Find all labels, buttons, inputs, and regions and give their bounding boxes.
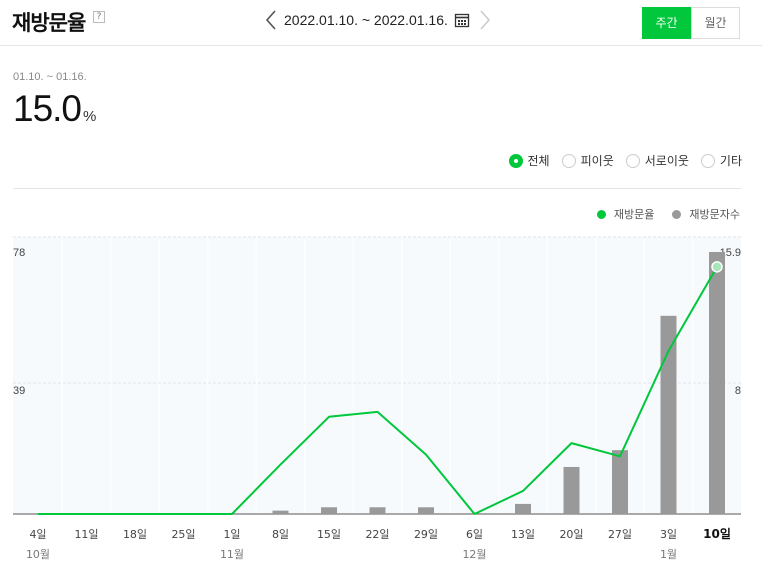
month-label: 11월 xyxy=(220,548,244,561)
plot-background xyxy=(13,237,741,514)
visitor-count-bar xyxy=(612,450,628,514)
x-axis-tick-label: 10일 xyxy=(703,527,731,541)
x-axis-tick-label: 1일 xyxy=(223,527,240,541)
month-label: 10월 xyxy=(26,548,50,561)
visitor-count-bar xyxy=(321,507,337,514)
visitor-count-bar xyxy=(515,503,531,514)
x-axis-tick-label: 25일 xyxy=(171,527,195,541)
visitor-count-bar xyxy=(563,466,580,514)
visitor-count-bar xyxy=(709,252,725,514)
right-axis-tick-label: 8 xyxy=(735,385,741,397)
visitor-count-bar xyxy=(369,507,386,514)
x-axis-tick-label: 13일 xyxy=(511,527,535,541)
x-axis-tick-label: 27일 xyxy=(608,527,632,541)
visitor-count-bar xyxy=(272,510,289,514)
x-axis-tick-label: 6일 xyxy=(466,527,483,541)
x-axis-tick-label: 18일 xyxy=(123,527,147,541)
month-label: 1월 xyxy=(660,548,677,561)
visitor-count-bar xyxy=(418,507,434,514)
left-axis-tick-label: 39 xyxy=(13,385,25,397)
x-axis-tick-label: 20일 xyxy=(559,527,583,541)
revisit-rate-point xyxy=(711,261,723,273)
x-axis-tick-label: 15일 xyxy=(317,527,341,541)
visitor-count-bar xyxy=(660,315,677,514)
revisit-chart: 783915.984일 11일 18일 25일 1일 8일 15일 22일 29일 6일 13일 20… xyxy=(13,236,741,561)
x-axis-tick-label: 8일 xyxy=(272,527,289,541)
x-axis-tick-label: 3일 xyxy=(660,527,677,541)
left-axis-tick-label: 78 xyxy=(13,247,25,259)
x-axis-tick-label: 4일 xyxy=(29,527,46,541)
x-axis-tick-label: 22일 xyxy=(365,527,389,541)
month-label: 12월 xyxy=(462,548,486,561)
x-axis-tick-label: 11일 xyxy=(74,527,98,541)
x-axis-tick-label: 29일 xyxy=(414,527,438,541)
